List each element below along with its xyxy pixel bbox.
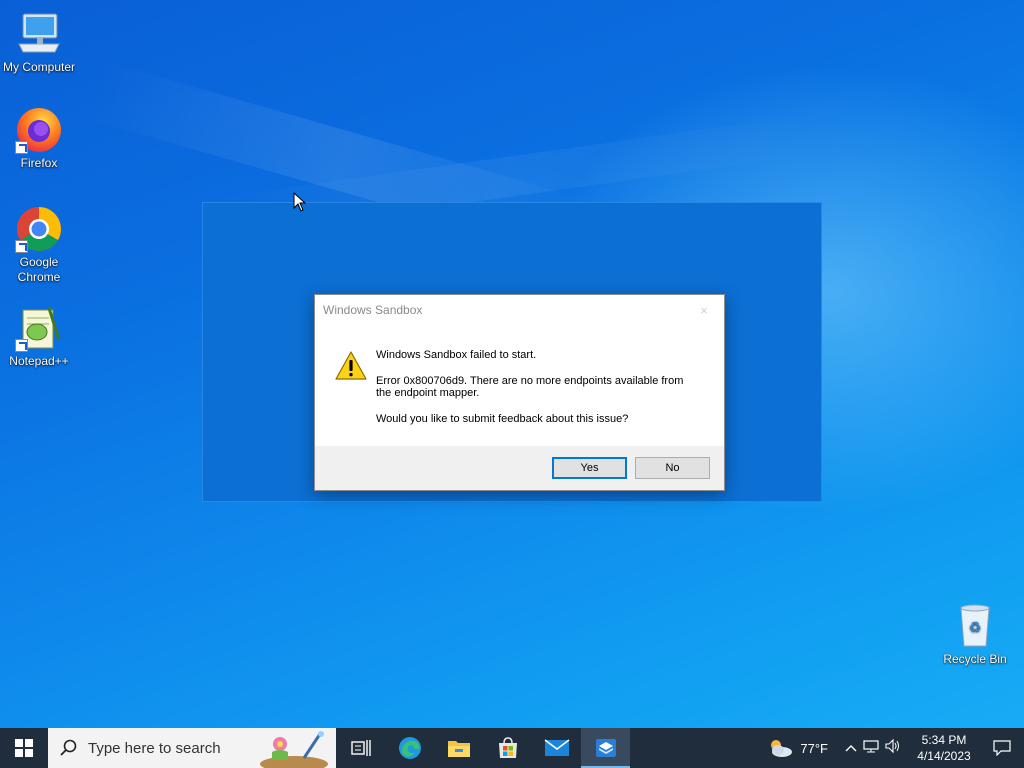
task-view-icon: [350, 740, 371, 756]
dialog-question: Would you like to submit feedback about …: [376, 413, 629, 425]
dialog-footer: Yes No: [315, 446, 724, 490]
search-highlight-icon: [260, 731, 328, 768]
mouse-cursor-icon: [293, 191, 307, 212]
desktop-icon-recycle-bin[interactable]: ♻ Recycle Bin: [937, 602, 1013, 667]
chevron-up-icon[interactable]: [842, 739, 860, 757]
desktop-icon-chrome[interactable]: Google Chrome: [1, 205, 77, 285]
file-explorer-icon: [447, 741, 470, 757]
search-icon: [60, 739, 77, 756]
edge-icon: [398, 737, 421, 759]
dialog-error-line: the endpoint mapper.: [376, 387, 480, 399]
taskbar-file-explorer[interactable]: [434, 728, 483, 768]
desktop-icon-firefox[interactable]: Firefox: [1, 106, 77, 171]
shortcut-arrow-icon: [15, 339, 28, 352]
desktop-icon-label: My Computer: [2, 60, 76, 74]
yes-button[interactable]: Yes: [552, 457, 627, 479]
computer-icon: [15, 10, 63, 58]
desktop-icon-label: Google Chrome: [17, 255, 61, 284]
dialog-titlebar[interactable]: Windows Sandbox ×: [315, 295, 724, 325]
weather-cloud-icon: [771, 740, 793, 757]
clock-date: 4/14/2023: [917, 749, 971, 763]
sandbox-icon: [595, 739, 616, 757]
clock[interactable]: 5:34 PM 4/14/2023: [908, 732, 980, 764]
weather-temperature: 77°F: [800, 740, 828, 756]
desktop-icon-label: Firefox: [20, 156, 58, 170]
volume-icon[interactable]: [882, 738, 904, 758]
clock-time: 5:34 PM: [921, 733, 967, 747]
error-dialog[interactable]: Windows Sandbox × Windows Sandbox failed…: [314, 294, 725, 491]
dialog-body: Windows Sandbox failed to start. Error 0…: [315, 325, 724, 447]
shortcut-arrow-icon: [15, 141, 28, 154]
firefox-icon: [15, 106, 63, 154]
search-box[interactable]: Type here to search: [48, 728, 336, 768]
desktop-icon-my-computer[interactable]: My Computer: [1, 10, 77, 75]
search-placeholder: Type here to search: [88, 739, 221, 757]
taskbar-edge[interactable]: [385, 728, 434, 768]
store-icon: [498, 737, 517, 758]
notifications-button[interactable]: [980, 728, 1024, 768]
taskbar-store[interactable]: [483, 728, 532, 768]
notepadpp-icon: [15, 304, 63, 352]
chrome-icon: [15, 205, 63, 253]
recycle-bin-icon: ♻: [951, 602, 999, 650]
notification-icon: [993, 740, 1011, 756]
start-button[interactable]: [0, 728, 48, 768]
no-button[interactable]: No: [635, 457, 710, 479]
task-view-button[interactable]: [336, 728, 385, 768]
close-icon[interactable]: ×: [692, 303, 716, 318]
svg-text:♻: ♻: [969, 620, 982, 636]
dialog-title: Windows Sandbox: [323, 303, 423, 317]
desktop-icon-label: Notepad++: [9, 354, 69, 368]
weather-widget[interactable]: 77°F: [766, 737, 828, 759]
taskbar-mail[interactable]: [532, 728, 581, 768]
taskbar: Type here to search 77°F 5:34 PM 4/14/20…: [0, 728, 1024, 768]
shortcut-arrow-icon: [15, 240, 28, 253]
taskbar-sandbox[interactable]: [581, 728, 630, 768]
desktop-icon-notepadpp[interactable]: Notepad++: [1, 304, 77, 369]
system-tray: 77°F 5:34 PM 4/14/2023: [766, 728, 1024, 768]
network-icon[interactable]: [860, 739, 882, 758]
mail-icon: [544, 739, 569, 756]
dialog-error-line: Error 0x800706d9. There are no more endp…: [376, 375, 684, 387]
dialog-heading: Windows Sandbox failed to start.: [376, 349, 537, 361]
windows-logo-icon: [15, 739, 33, 757]
desktop-icon-label: Recycle Bin: [943, 652, 1007, 666]
warning-icon: [335, 351, 367, 381]
